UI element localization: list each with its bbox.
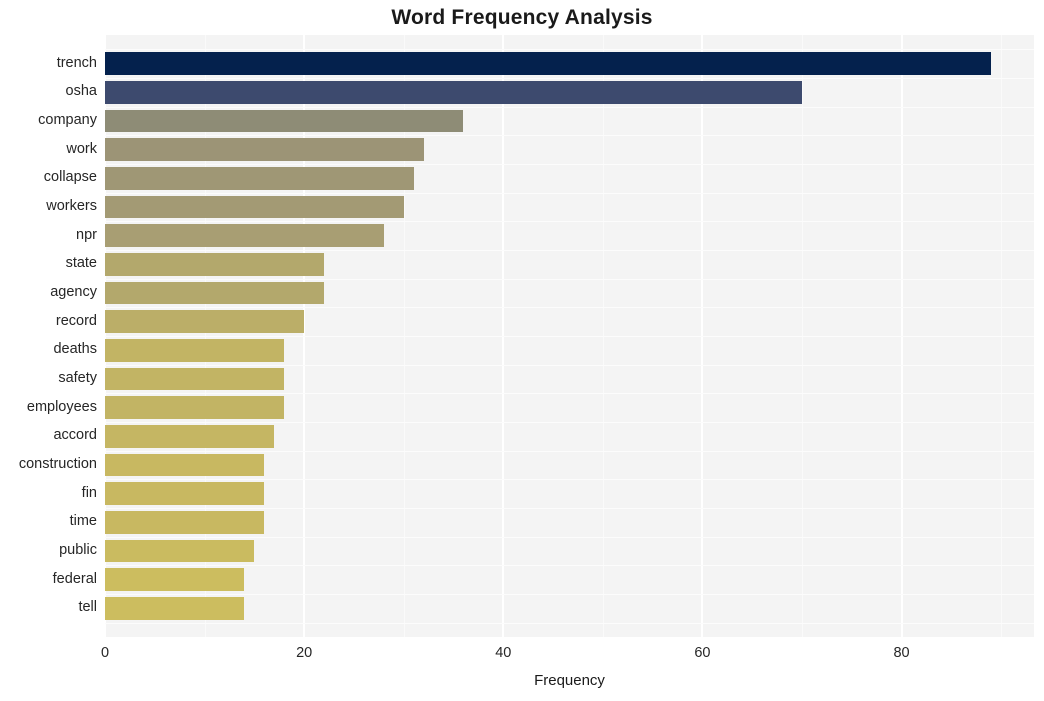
x-tick-label-40: 40 — [495, 645, 512, 661]
bar-osha[interactable] — [105, 80, 802, 104]
bar-public[interactable] — [105, 539, 255, 563]
bars-layer — [105, 35, 1034, 637]
bar-agency[interactable] — [105, 281, 325, 305]
bar-row — [105, 195, 1034, 219]
y-tick-label-employees: employees — [26, 398, 97, 415]
bar-row — [105, 539, 1034, 563]
x-tick-label-0: 0 — [100, 645, 110, 661]
bar-row — [105, 453, 1034, 477]
x-tick-label-20: 20 — [296, 645, 313, 661]
y-tick-label-osha: osha — [65, 83, 97, 100]
bar-tell[interactable] — [105, 596, 245, 620]
x-tick-label-60: 60 — [694, 645, 711, 661]
bar-state[interactable] — [105, 252, 325, 276]
bar-row — [105, 166, 1034, 190]
bar-federal[interactable] — [105, 568, 245, 592]
y-tick-label-public: public — [59, 542, 97, 558]
bar-company[interactable] — [105, 109, 464, 133]
bar-row — [105, 596, 1034, 620]
plot-area — [105, 35, 1034, 637]
bar-row — [105, 367, 1034, 391]
bar-workers[interactable] — [105, 195, 404, 219]
chart-figure: Word Frequency Analysis trench osha compan… — [0, 0, 1044, 701]
bar-safety[interactable] — [105, 367, 285, 391]
x-axis-tick-labels: 0 20 40 60 80 — [0, 637, 1044, 665]
y-tick-label-work: work — [66, 140, 97, 157]
bar-row — [105, 109, 1034, 133]
y-tick-label-workers: workers — [46, 198, 97, 214]
y-tick-label-deaths: deaths — [53, 341, 97, 358]
bar-row — [105, 424, 1034, 448]
bar-trench[interactable] — [105, 52, 992, 76]
bar-row — [105, 138, 1034, 162]
bar-row — [105, 252, 1034, 276]
bar-row — [105, 281, 1034, 305]
bar-row — [105, 80, 1034, 104]
y-tick-label-construction: construction — [18, 456, 97, 472]
bar-row — [105, 338, 1034, 362]
bar-row — [105, 568, 1034, 592]
bar-construction[interactable] — [105, 453, 265, 477]
bar-employees[interactable] — [105, 396, 285, 420]
bar-work[interactable] — [105, 138, 424, 162]
chart-title: Word Frequency Analysis — [391, 6, 653, 29]
bar-fin[interactable] — [105, 482, 265, 506]
y-tick-label-state: state — [65, 255, 97, 272]
y-tick-label-safety: safety — [58, 370, 97, 386]
bar-row — [105, 310, 1034, 334]
bar-time[interactable] — [105, 510, 265, 534]
bar-npr[interactable] — [105, 224, 384, 248]
y-tick-label-npr: npr — [76, 226, 97, 243]
x-axis-title: Frequency — [534, 672, 605, 689]
y-axis-tick-labels: trench osha company work collapse workers npr s… — [0, 35, 97, 637]
bar-accord[interactable] — [105, 424, 275, 448]
y-tick-label-agency: agency — [50, 284, 97, 300]
bar-row — [105, 52, 1034, 76]
y-tick-label-record: record — [55, 312, 97, 329]
y-tick-label-time: time — [69, 513, 97, 530]
y-tick-label-accord: accord — [53, 427, 97, 444]
y-tick-label-tell: tell — [78, 599, 97, 616]
bar-row — [105, 482, 1034, 506]
y-tick-label-fin: fin — [81, 484, 97, 501]
bar-row — [105, 396, 1034, 420]
x-tick-label-80: 80 — [893, 645, 910, 661]
y-tick-label-federal: federal — [52, 570, 97, 587]
bar-row — [105, 224, 1034, 248]
y-tick-label-company: company — [38, 112, 97, 128]
bar-collapse[interactable] — [105, 166, 414, 190]
bar-record[interactable] — [105, 310, 305, 334]
bar-deaths[interactable] — [105, 338, 285, 362]
y-tick-label-trench: trench — [56, 54, 97, 71]
bar-row — [105, 510, 1034, 534]
y-tick-label-collapse: collapse — [43, 169, 97, 186]
